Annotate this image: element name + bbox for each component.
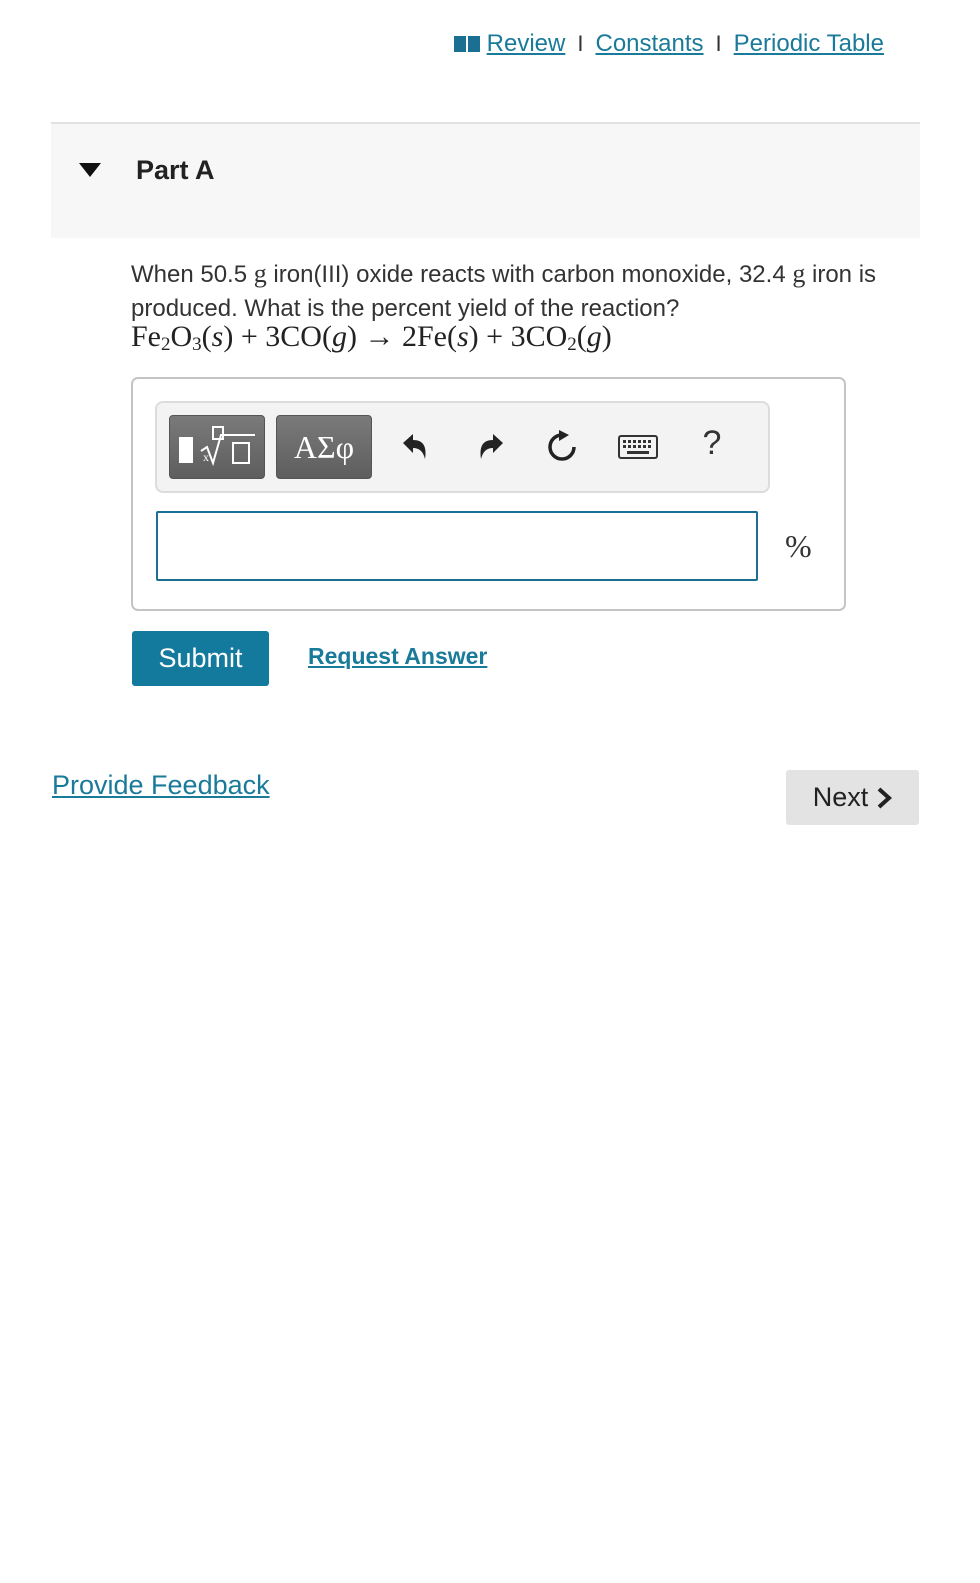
answer-input[interactable] <box>156 511 758 581</box>
unit-gram: g <box>253 259 267 288</box>
answer-box: x ΑΣφ ? % <box>131 377 846 611</box>
question-text-part: iron(III) oxide reacts with carbon monox… <box>266 261 793 288</box>
eq-paren: ( <box>321 320 332 353</box>
eq-state: s <box>211 320 224 353</box>
eq-plus: + <box>233 320 266 353</box>
eq-paren: ) <box>468 320 479 353</box>
eq-paren: ) <box>601 320 612 353</box>
eq-arrow: → <box>356 320 402 353</box>
eq-state: g <box>331 320 347 353</box>
constants-link[interactable]: Constants <box>595 30 703 57</box>
review-link-label: Review <box>486 30 566 57</box>
submit-button[interactable]: Submit <box>132 631 269 686</box>
next-button-label: Next <box>812 782 869 812</box>
question-text-part: When 50.5 <box>131 261 254 288</box>
next-button[interactable]: Next <box>786 770 919 825</box>
periodic-table-link[interactable]: Periodic Table <box>734 30 884 57</box>
provide-feedback-link[interactable]: Provide Feedback <box>52 770 270 801</box>
link-separator: I <box>715 31 722 56</box>
part-title: Part A <box>136 155 215 185</box>
keyboard-icon[interactable] <box>617 429 659 465</box>
eq-paren: ( <box>446 320 457 353</box>
eq-sub: 2 <box>567 334 577 355</box>
percent-unit: % <box>785 528 812 564</box>
link-separator: I <box>577 31 584 56</box>
eq-fe-product: 2Fe <box>401 320 447 353</box>
redo-icon[interactable] <box>473 429 509 465</box>
greek-symbols-button[interactable]: ΑΣφ <box>276 415 372 479</box>
reset-icon[interactable] <box>544 429 580 465</box>
eq-paren: ) <box>346 320 357 353</box>
question-text: When 50.5 g iron(III) oxide reacts with … <box>131 257 921 326</box>
eq-sub: 2 <box>161 334 171 355</box>
eq-sub: 3 <box>192 334 202 355</box>
eq-plus: + <box>478 320 511 353</box>
book-icon <box>453 33 483 61</box>
templates-button[interactable]: x <box>169 415 265 479</box>
templates-icon: x <box>179 426 255 467</box>
undo-icon[interactable] <box>397 429 433 465</box>
eq-fe: Fe <box>131 320 161 353</box>
eq-paren: ) <box>223 320 234 353</box>
eq-paren: ( <box>576 320 587 353</box>
request-answer-link[interactable]: Request Answer <box>308 643 487 670</box>
eq-state: g <box>586 320 602 353</box>
chevron-right-icon <box>877 787 893 808</box>
eq-co2: 3CO <box>510 320 568 353</box>
help-button[interactable]: ? <box>694 424 730 462</box>
svg-text:x: x <box>203 450 209 464</box>
review-link[interactable]: Review <box>453 30 566 57</box>
math-toolbar: x ΑΣφ ? <box>155 401 770 493</box>
top-links: Review I Constants I Periodic Table <box>0 30 884 61</box>
unit-gram: g <box>792 259 806 288</box>
eq-co: 3CO <box>265 320 322 353</box>
eq-o: O <box>170 320 193 353</box>
eq-paren: ( <box>201 320 212 353</box>
part-header[interactable]: Part A <box>51 122 920 238</box>
chemical-equation: Fe2O3(s) + 3CO(g) → 2Fe(s) + 3CO2(g) <box>131 320 612 356</box>
eq-state: s <box>456 320 469 353</box>
collapse-caret-icon[interactable] <box>78 162 102 183</box>
